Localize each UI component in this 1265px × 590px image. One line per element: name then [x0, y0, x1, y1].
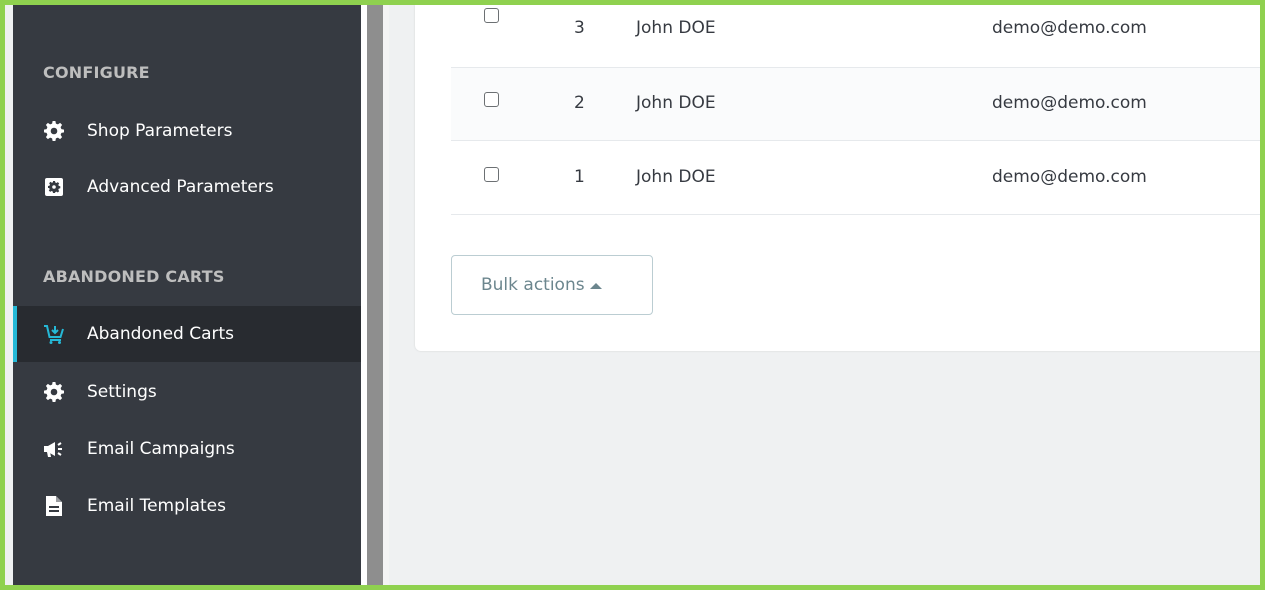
- section-title-configure: CONFIGURE: [43, 63, 150, 82]
- sidebar-item-email-campaigns[interactable]: Email Campaigns: [13, 421, 361, 477]
- cell-name: John DOE: [636, 167, 716, 187]
- sidebar-item-advanced-parameters[interactable]: Advanced Parameters: [13, 159, 361, 215]
- cell-id: 3: [574, 18, 585, 38]
- gear-icon: [43, 381, 65, 403]
- table-row: 2 John DOE demo@demo.com: [451, 68, 1260, 141]
- caret-up-icon: [589, 282, 602, 289]
- document-icon: [43, 495, 65, 517]
- table-row: 1 John DOE demo@demo.com: [451, 142, 1260, 215]
- bulk-actions-label: Bulk actions: [481, 275, 585, 295]
- section-title-abandoned-carts: ABANDONED CARTS: [43, 267, 225, 286]
- sidebar-item-label: Shop Parameters: [87, 121, 233, 141]
- app-frame: CONFIGURE Shop Parameters Advanced Param…: [0, 0, 1265, 590]
- cell-id: 1: [574, 167, 585, 187]
- sidebar: CONFIGURE Shop Parameters Advanced Param…: [13, 5, 361, 585]
- row-checkbox[interactable]: [484, 167, 499, 182]
- cell-name: John DOE: [636, 93, 716, 113]
- gear-box-icon: [43, 176, 65, 198]
- sidebar-item-shop-parameters[interactable]: Shop Parameters: [13, 103, 361, 159]
- sidebar-item-label: Email Templates: [87, 496, 226, 516]
- sidebar-item-email-templates[interactable]: Email Templates: [13, 478, 361, 534]
- cell-email: demo@demo.com: [992, 18, 1147, 38]
- gear-icon: [43, 120, 65, 142]
- cell-id: 2: [574, 93, 585, 113]
- sidebar-item-label: Settings: [87, 382, 157, 402]
- sidebar-item-abandoned-carts[interactable]: Abandoned Carts: [13, 306, 361, 362]
- cell-name: John DOE: [636, 18, 716, 38]
- sidebar-item-label: Email Campaigns: [87, 439, 235, 459]
- row-checkbox[interactable]: [484, 8, 499, 23]
- cell-email: demo@demo.com: [992, 93, 1147, 113]
- bulk-actions-button[interactable]: Bulk actions: [451, 255, 653, 315]
- cart-add-icon: [43, 323, 65, 345]
- sidebar-item-label: Abandoned Carts: [87, 324, 235, 344]
- sidebar-item-label: Advanced Parameters: [87, 177, 274, 197]
- megaphone-icon: [43, 438, 65, 460]
- sidebar-item-settings[interactable]: Settings: [13, 364, 361, 420]
- row-checkbox[interactable]: [484, 92, 499, 107]
- scrollbar[interactable]: [367, 5, 383, 585]
- divider: [383, 5, 389, 585]
- results-card: 3 John DOE demo@demo.com 2 John DOE demo…: [415, 5, 1260, 351]
- cell-email: demo@demo.com: [992, 167, 1147, 187]
- table-row: 3 John DOE demo@demo.com: [451, 5, 1260, 68]
